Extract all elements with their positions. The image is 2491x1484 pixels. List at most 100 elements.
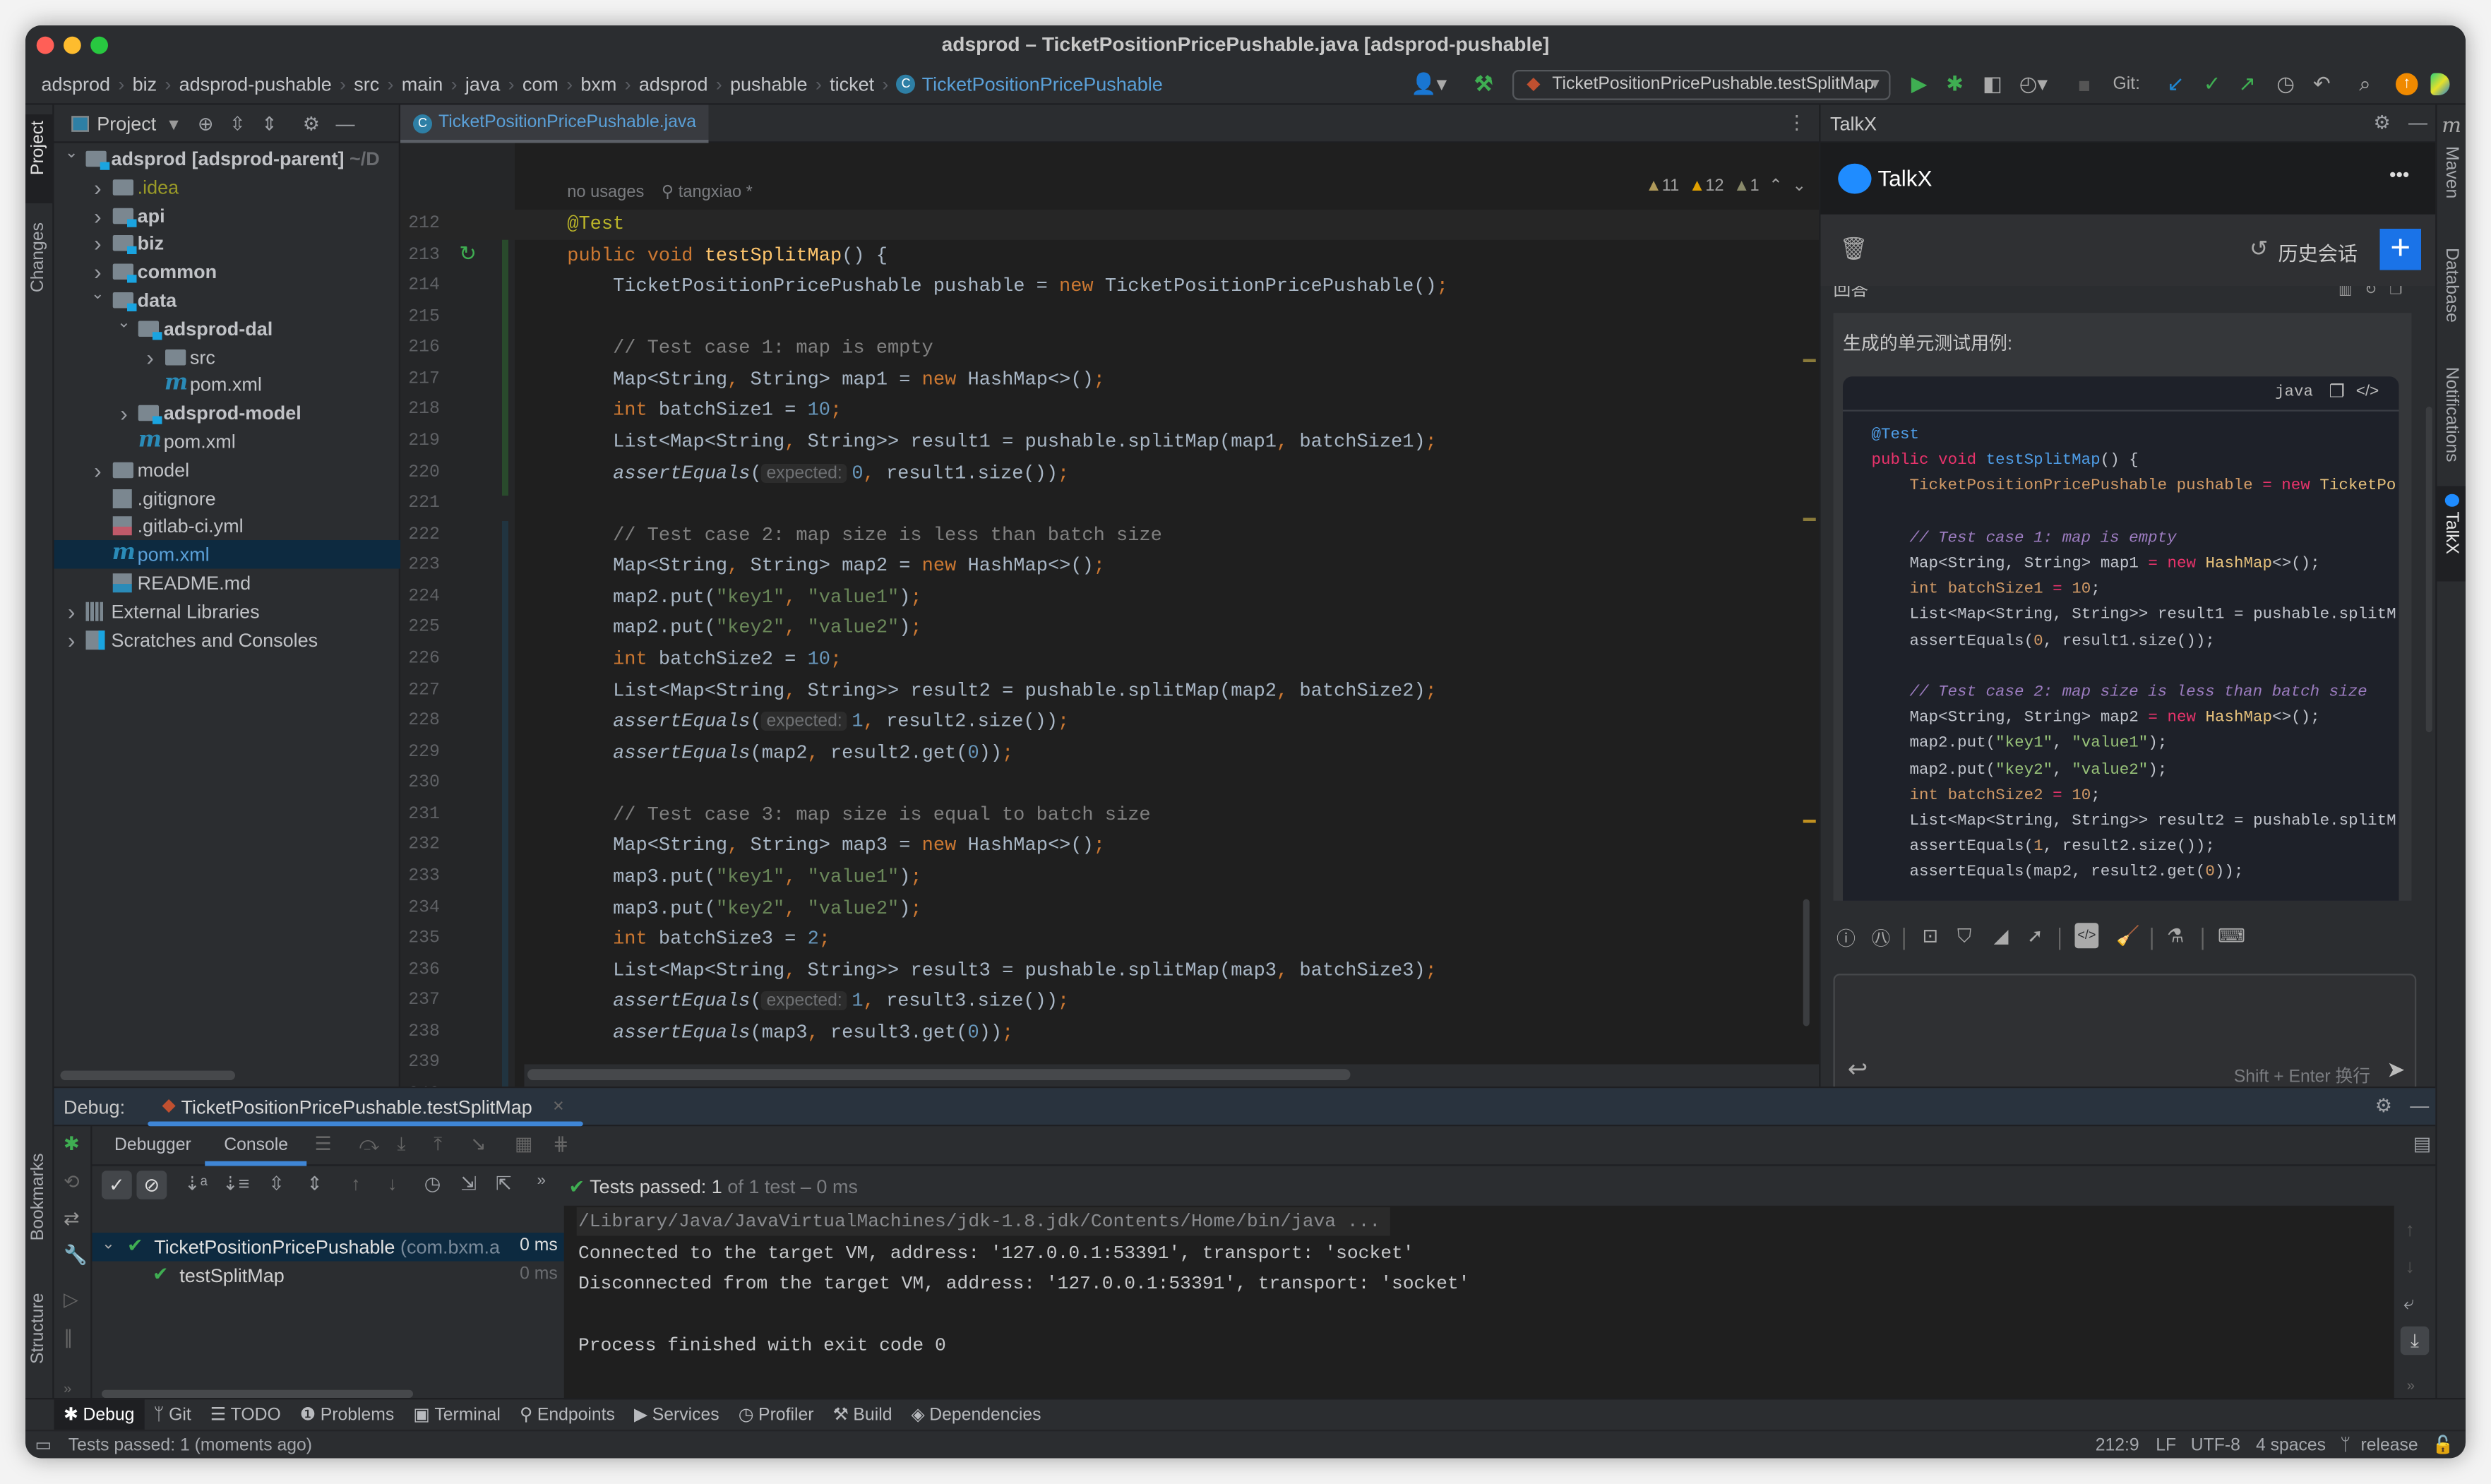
chevron-right-icon[interactable]: › (64, 626, 80, 654)
translate-icon[interactable]: ㊇ (1872, 925, 1891, 952)
tree-item[interactable]: › model (54, 455, 401, 484)
sort-by-duration-icon[interactable]: ⇣≡ (222, 1173, 249, 1195)
line-number[interactable]: 215 (408, 308, 443, 327)
line-number[interactable]: 212 (408, 215, 443, 234)
tool-window-database[interactable]: Database (2442, 248, 2461, 323)
security-shield-icon[interactable]: ⛉ (1957, 925, 1971, 949)
tree-item[interactable]: › Scratches and Consoles (54, 626, 401, 654)
line-number[interactable]: 216 (408, 339, 443, 358)
lock-open-icon[interactable]: 🔓 (2432, 1431, 2454, 1458)
minimize-icon[interactable]: — (336, 112, 355, 135)
breadcrumb-item[interactable]: main (402, 72, 443, 95)
error-stripe-mark[interactable] (1803, 820, 1816, 823)
line-number[interactable]: 238 (408, 1023, 443, 1042)
tree-item[interactable]: m pom.xml (54, 540, 400, 569)
line-number[interactable]: 219 (408, 432, 443, 451)
code-line[interactable]: // Test case 2: map size is less than ba… (567, 520, 1162, 551)
trash-icon[interactable]: 🗑 (1840, 235, 1868, 262)
tool-window-talkx[interactable]: TalkX (2437, 486, 2466, 582)
tool-tab-debug[interactable]: ✱ Debug (54, 1399, 144, 1431)
git-update-icon[interactable]: ↙ (2167, 64, 2185, 105)
history-button[interactable]: 历史会话 (2278, 237, 2358, 267)
tool-window-notifications[interactable]: Notifications (2442, 367, 2461, 462)
tool-window-maven[interactable]: Maven (2442, 146, 2461, 198)
tree-item[interactable]: m pom.xml (54, 371, 401, 400)
git-push-icon[interactable]: ↗ (2238, 64, 2256, 105)
debug-bug-icon[interactable]: ✱ (64, 1132, 80, 1155)
search-icon[interactable]: ⌕ (2359, 64, 2370, 105)
breadcrumb-item[interactable]: src (354, 72, 379, 95)
tab-console[interactable]: Console (224, 1136, 288, 1155)
trace-stream-icon[interactable]: ⋕ (553, 1132, 569, 1155)
breadcrumb-item[interactable]: bxm (580, 72, 616, 95)
line-number[interactable]: 239 (408, 1054, 443, 1073)
evaluate-expression-icon[interactable]: ▦ (515, 1132, 533, 1155)
zoom-window-button[interactable] (90, 36, 108, 54)
tool-tab-todo[interactable]: ☰ TODO (201, 1399, 290, 1430)
horizontal-scrollbar[interactable] (102, 1389, 413, 1398)
test-tree-row[interactable]: ⌄ ✔ TicketPositionPricePushable (com.bxm… (92, 1233, 564, 1262)
code-line[interactable]: int batchSize3 = 2; (567, 925, 830, 955)
code-line[interactable]: public void testSplitMap() { (567, 241, 888, 271)
tree-item[interactable]: ⌄ data (54, 286, 401, 315)
new-chat-button[interactable]: + (2379, 228, 2421, 270)
more-icon[interactable]: » (64, 1380, 71, 1396)
breadcrumb-item[interactable]: ticket (830, 72, 874, 95)
optimize-arrow-icon[interactable]: ➚ (2027, 925, 2043, 947)
reply-icon[interactable]: ↩ (1848, 1055, 1868, 1083)
run-to-cursor-icon[interactable]: ↘ (470, 1132, 486, 1155)
collapse-all-icon[interactable]: ⇕ (306, 1173, 323, 1195)
tree-item[interactable]: › common (54, 258, 401, 287)
tool-window-project[interactable]: Project (25, 114, 54, 203)
line-number[interactable]: 228 (408, 712, 443, 731)
breadcrumb-item[interactable]: adsprod (639, 72, 708, 95)
status-message[interactable]: Tests passed: 1 (moments ago) (68, 1431, 312, 1458)
error-stripe-mark[interactable] (1803, 517, 1816, 521)
step-out-icon[interactable]: ⤒ (434, 1132, 442, 1156)
horizontal-scrollbar[interactable] (60, 1070, 235, 1080)
import-tests-icon[interactable]: ⇲ (461, 1173, 477, 1195)
line-number[interactable]: 233 (408, 867, 443, 886)
line-number[interactable]: 231 (408, 805, 443, 824)
test-history-icon[interactable]: ◷ (424, 1173, 441, 1195)
line-number[interactable]: 230 (408, 774, 443, 793)
chevron-down-icon[interactable]: ▾ (169, 112, 179, 135)
code-line[interactable]: assertEquals(map3, result3.get(0)); (567, 1018, 1013, 1048)
stop-icon[interactable]: ■ (2078, 64, 2091, 105)
toggle-tool-windows-icon[interactable]: ▭ (35, 1431, 52, 1458)
git-branch[interactable]: release (2361, 1431, 2418, 1458)
send-icon[interactable]: ➤ (2387, 1056, 2405, 1083)
build-hammer-icon[interactable]: ⚒ (1474, 64, 1493, 105)
code-line[interactable]: Map<String, String> map3 = new HashMap<>… (567, 832, 1105, 862)
gear-icon[interactable]: ⚙ (2375, 1094, 2392, 1117)
tool-window-structure[interactable]: Structure (29, 1293, 48, 1364)
breadcrumb-item[interactable]: TicketPositionPricePushable (922, 72, 1163, 95)
resume-icon[interactable]: ▷ (64, 1288, 78, 1311)
breadcrumb-item[interactable]: pushable (730, 72, 808, 95)
settings-wrench-icon[interactable]: 🔧 (64, 1244, 88, 1267)
run-icon[interactable]: ▶ (1911, 64, 1928, 105)
collapse-all-icon[interactable]: ⇕ (261, 112, 277, 135)
history-icon[interactable]: ↺ (2250, 235, 2268, 262)
rerun-icon[interactable]: ⟲ (64, 1171, 80, 1193)
tree-item[interactable]: .gitlab-ci.yml (54, 512, 401, 541)
line-number[interactable]: 237 (408, 992, 443, 1011)
code-line[interactable]: List<Map<String, String>> result1 = push… (567, 427, 1437, 457)
tree-item[interactable]: ⌄ adsprod-dal (54, 314, 401, 343)
breadcrumb-item[interactable]: com (522, 72, 558, 95)
chevron-down-icon[interactable]: ⌄ (102, 1236, 115, 1254)
expand-all-icon[interactable]: ⇳ (229, 112, 246, 135)
code-line[interactable]: map2.put("key2", "value2"); (567, 614, 922, 644)
line-number[interactable]: 226 (408, 650, 443, 669)
message-actions[interactable]: ▥↻❐ (2338, 286, 2415, 299)
git-commit-icon[interactable]: ✓ (2204, 64, 2221, 105)
code-line[interactable]: map2.put("key1", "value1"); (567, 582, 922, 613)
gear-icon[interactable]: ⚙ (303, 112, 320, 135)
code-line[interactable]: TicketPositionPricePushable pushable = n… (567, 272, 1448, 302)
close-window-button[interactable] (36, 36, 54, 54)
tree-item[interactable]: › biz (54, 229, 401, 258)
scroll-to-end-icon[interactable]: ⤓ (2400, 1326, 2430, 1356)
debug-bug-icon[interactable]: ✱ (1946, 64, 1964, 105)
coverage-icon[interactable]: ◧ (1983, 64, 2002, 105)
more-icon[interactable]: ••• (2389, 164, 2409, 186)
